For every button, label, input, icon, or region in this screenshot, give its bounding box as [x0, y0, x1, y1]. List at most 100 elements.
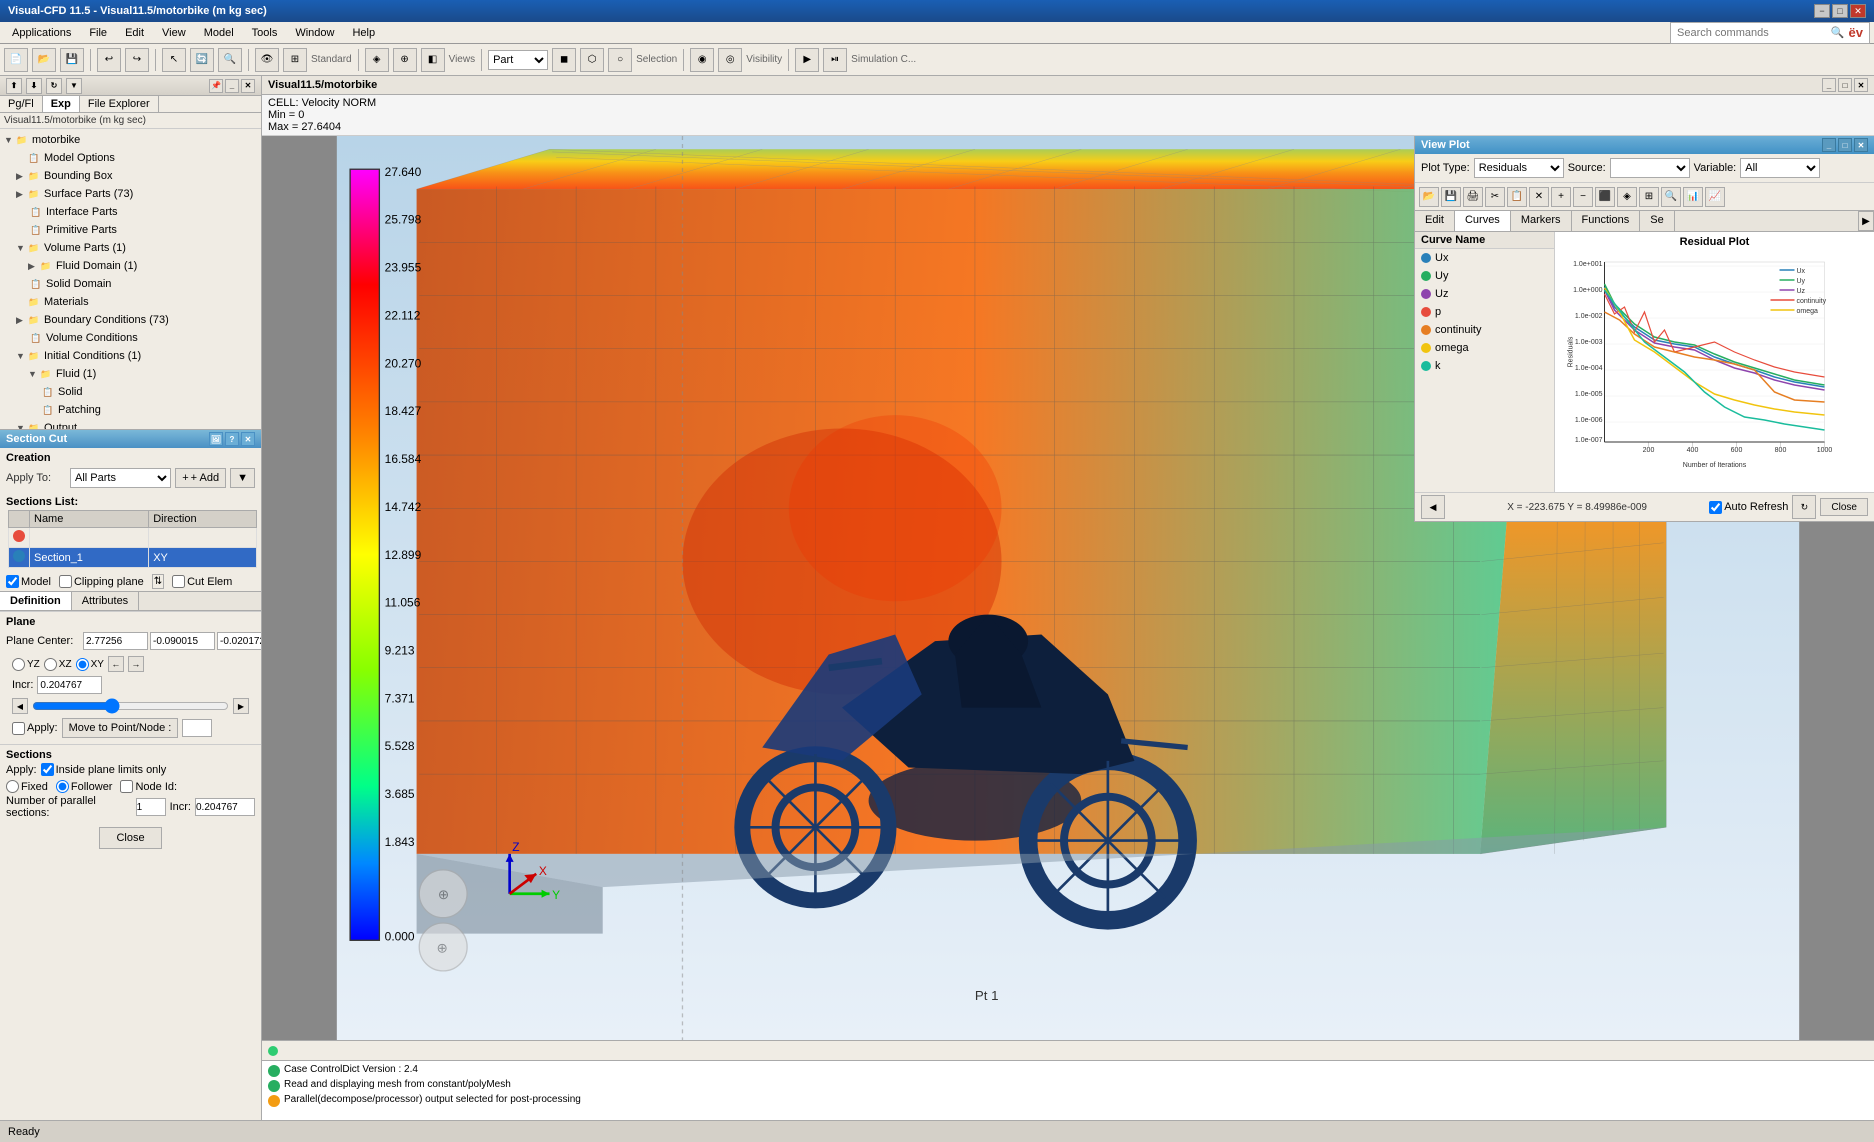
- vp-minimize-btn[interactable]: _: [1822, 138, 1836, 152]
- plot-type-dropdown[interactable]: Residuals: [1474, 158, 1564, 178]
- menu-window[interactable]: Window: [287, 25, 342, 41]
- vp-tab-functions[interactable]: Functions: [1572, 211, 1641, 231]
- vp-toggle-btn[interactable]: ◀: [1421, 495, 1445, 519]
- clipping-plane-label[interactable]: Clipping plane: [59, 575, 144, 588]
- explorer-filter-btn[interactable]: ▼: [66, 78, 82, 94]
- variable-dropdown[interactable]: All: [1740, 158, 1820, 178]
- vp-tab-next-btn[interactable]: ▶: [1858, 211, 1874, 231]
- toolbar-vis-1[interactable]: ◉: [690, 48, 714, 72]
- tab-pgfl[interactable]: Pg/Fl: [0, 96, 43, 112]
- toolbar-btn-select[interactable]: ↖: [162, 48, 186, 72]
- vp-tool-10[interactable]: ◈: [1617, 187, 1637, 207]
- tree-item-boundary-conditions[interactable]: ▶ 📁 Boundary Conditions (73): [2, 311, 259, 329]
- vp-tool-13[interactable]: 📊: [1683, 187, 1703, 207]
- radio-xz-input[interactable]: [44, 658, 57, 671]
- toolbar-btn-undo[interactable]: ↩: [97, 48, 121, 72]
- explorer-exp-btn[interactable]: ⬇: [26, 78, 42, 94]
- vp-tool-9[interactable]: ⬛: [1595, 187, 1615, 207]
- vp-tab-edit[interactable]: Edit: [1415, 211, 1455, 231]
- auto-refresh-checkbox[interactable]: [1709, 501, 1722, 514]
- next-btn[interactable]: ▶: [233, 698, 249, 714]
- tree-item-surface-parts[interactable]: ▶ 📁 Surface Parts (73): [2, 185, 259, 203]
- vp-tool-11[interactable]: ⊞: [1639, 187, 1659, 207]
- arrow-left-btn[interactable]: ←: [108, 656, 124, 672]
- tree-item-fluid-domain[interactable]: ▶ 📁 Fluid Domain (1): [2, 257, 259, 275]
- radio-yz-input[interactable]: [12, 658, 25, 671]
- tree-item-interface-parts[interactable]: 📋 Interface Parts: [2, 203, 259, 221]
- curve-item-omega[interactable]: omega: [1415, 339, 1554, 357]
- explorer-refresh-btn[interactable]: ↻: [46, 78, 62, 94]
- menu-edit[interactable]: Edit: [117, 25, 152, 41]
- show-plane-label[interactable]: Apply:: [12, 722, 58, 735]
- vp-maximize-btn[interactable]: □: [1838, 138, 1852, 152]
- view-plot-close-button[interactable]: Close: [1820, 498, 1868, 516]
- node-id-checkbox[interactable]: [120, 780, 133, 793]
- tree-item-initial-conditions[interactable]: ▼ 📁 Initial Conditions (1): [2, 347, 259, 365]
- tree-item-materials[interactable]: 📁 Materials: [2, 293, 259, 311]
- sc-icon-btn[interactable]: 🖼: [209, 432, 223, 446]
- inside-checkbox[interactable]: [41, 763, 54, 776]
- tree-item-patching[interactable]: 📋 Patching: [2, 401, 259, 419]
- radio-xy[interactable]: XY: [76, 656, 104, 672]
- tree-item-volume-parts[interactable]: ▼ 📁 Volume Parts (1): [2, 239, 259, 257]
- add-dropdown-button[interactable]: ▼: [230, 468, 255, 488]
- arrow-right-btn[interactable]: →: [128, 656, 144, 672]
- model-checkbox[interactable]: [6, 575, 19, 588]
- toolbar-btn-redo[interactable]: ↪: [125, 48, 149, 72]
- plane-y-input[interactable]: [150, 632, 215, 650]
- plane-x-input[interactable]: [83, 632, 148, 650]
- toolbar-btn-save[interactable]: 💾: [60, 48, 84, 72]
- toolbar-btn-c[interactable]: ◧: [421, 48, 445, 72]
- explorer-icon-btn[interactable]: ⬆: [6, 78, 22, 94]
- vp-tool-4[interactable]: ✂: [1485, 187, 1505, 207]
- parallel-input[interactable]: [136, 798, 166, 816]
- fixed-radio-label[interactable]: Fixed: [6, 780, 48, 793]
- sc-close-btn[interactable]: ✕: [241, 432, 255, 446]
- vp-refresh-btn[interactable]: ↻: [1792, 495, 1816, 519]
- toolbar-sim-1[interactable]: ▶: [795, 48, 819, 72]
- toolbar-btn-2[interactable]: 📂: [32, 48, 56, 72]
- cut-elem-label[interactable]: Cut Elem: [172, 575, 232, 588]
- menu-file[interactable]: File: [81, 25, 115, 41]
- tree-item-solid-domain[interactable]: 📋 Solid Domain: [2, 275, 259, 293]
- toolbar-sim-2[interactable]: ⏯: [823, 48, 847, 72]
- vp-tool-14[interactable]: 📈: [1705, 187, 1725, 207]
- vp-tab-curves[interactable]: Curves: [1455, 211, 1511, 231]
- node-id-label[interactable]: Node Id:: [120, 780, 177, 793]
- sc-help-btn[interactable]: ?: [225, 432, 239, 446]
- viewport-maximize-btn[interactable]: □: [1838, 78, 1852, 92]
- explorer-minimize-btn[interactable]: _: [225, 79, 239, 93]
- toolbar-btn-view1[interactable]: 👁: [255, 48, 279, 72]
- plane-z-input[interactable]: [217, 632, 261, 650]
- vp-tab-se[interactable]: Se: [1640, 211, 1674, 231]
- toolbar-vis-2[interactable]: ◎: [718, 48, 742, 72]
- tree-item-primitive-parts[interactable]: 📋 Primitive Parts: [2, 221, 259, 239]
- tree-item-motorbike[interactable]: ▼ 📁 motorbike: [2, 131, 259, 149]
- clipping-plane-checkbox[interactable]: [59, 575, 72, 588]
- explorer-close-btn[interactable]: ✕: [241, 79, 255, 93]
- tab-file-explorer[interactable]: File Explorer: [80, 96, 159, 112]
- table-row[interactable]: [9, 528, 257, 548]
- follower-radio-label[interactable]: Follower: [56, 780, 113, 793]
- menu-tools[interactable]: Tools: [244, 25, 286, 41]
- incr-input[interactable]: [37, 676, 102, 694]
- vp-tool-1[interactable]: 📂: [1419, 187, 1439, 207]
- auto-refresh-label[interactable]: Auto Refresh: [1709, 501, 1788, 514]
- show-plane-checkbox[interactable]: [12, 722, 25, 735]
- vp-tool-2[interactable]: 💾: [1441, 187, 1461, 207]
- model-checkbox-label[interactable]: Model: [6, 575, 51, 588]
- vp-tool-5[interactable]: 📋: [1507, 187, 1527, 207]
- tree-item-volume-conditions[interactable]: 📋 Volume Conditions: [2, 329, 259, 347]
- toolbar-sel-2[interactable]: ⬡: [580, 48, 604, 72]
- tree-item-model-options[interactable]: 📋 Model Options: [2, 149, 259, 167]
- vp-tab-markers[interactable]: Markers: [1511, 211, 1572, 231]
- inside-label[interactable]: Inside plane limits only: [41, 763, 167, 776]
- toolbar-btn-a[interactable]: ◈: [365, 48, 389, 72]
- tree-item-solid[interactable]: 📋 Solid: [2, 383, 259, 401]
- radio-xy-input[interactable]: [76, 658, 89, 671]
- source-dropdown[interactable]: [1610, 158, 1690, 178]
- viewport-minimize-btn[interactable]: _: [1822, 78, 1836, 92]
- vp-tool-7[interactable]: +: [1551, 187, 1571, 207]
- curve-item-uy[interactable]: Uy: [1415, 267, 1554, 285]
- menu-applications[interactable]: Applications: [4, 25, 79, 41]
